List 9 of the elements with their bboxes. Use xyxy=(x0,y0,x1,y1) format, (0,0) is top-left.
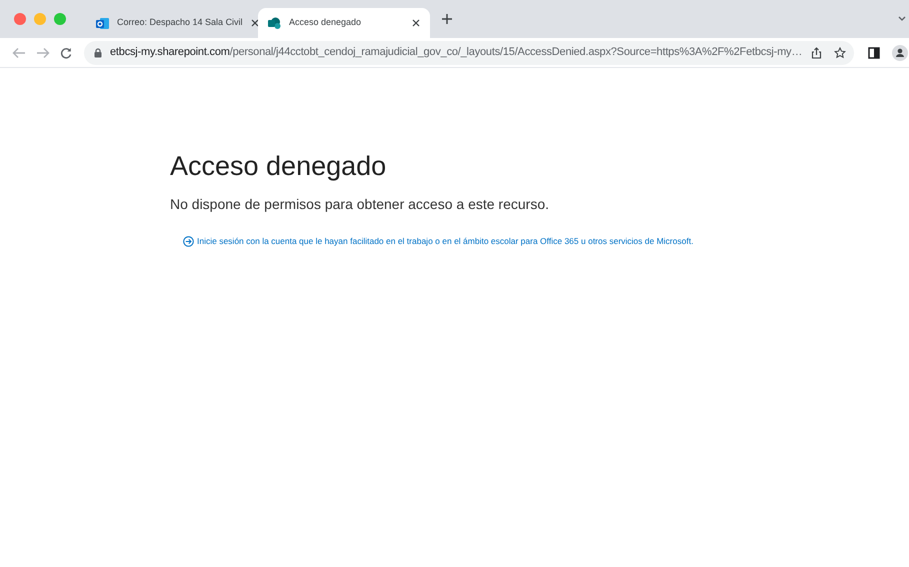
tab-title: Correo: Despacho 14 Sala Civil xyxy=(117,16,243,30)
page-heading: Acceso denegado xyxy=(170,150,386,183)
tab-title: Acceso denegado xyxy=(289,16,362,30)
address-bar[interactable]: etbcsj-my.sharepoint.com/personal/j44cctobt_cendoj_ramajudicial_gov_co/_layouts/15/AccessDenied.aspx?Source=https%3A%2F%2Fetbcsj-my… xyxy=(84,40,854,64)
url-text: etbcsj-my.sharepoint.com/personal/j44cctobt_cendoj_ramajudicial_gov_co/_layouts/15/AccessDenied.aspx?Source=https%3A%2F%2Fetbcsj-my… xyxy=(110,45,802,60)
sign-in-link[interactable]: Inicie sesión con la cuenta que le hayan facilitado en el trabajo o en el ámbito escolar para Office 365 u otros servicios de Microsoft. xyxy=(197,234,694,248)
error-message: No dispone de permisos para obtener acceso a este recurso. xyxy=(170,194,549,214)
browser-tab[interactable]: Correo: Despacho 14 Sala Civil xyxy=(86,8,258,38)
browser-tab[interactable]: Acceso denegado xyxy=(258,8,430,38)
